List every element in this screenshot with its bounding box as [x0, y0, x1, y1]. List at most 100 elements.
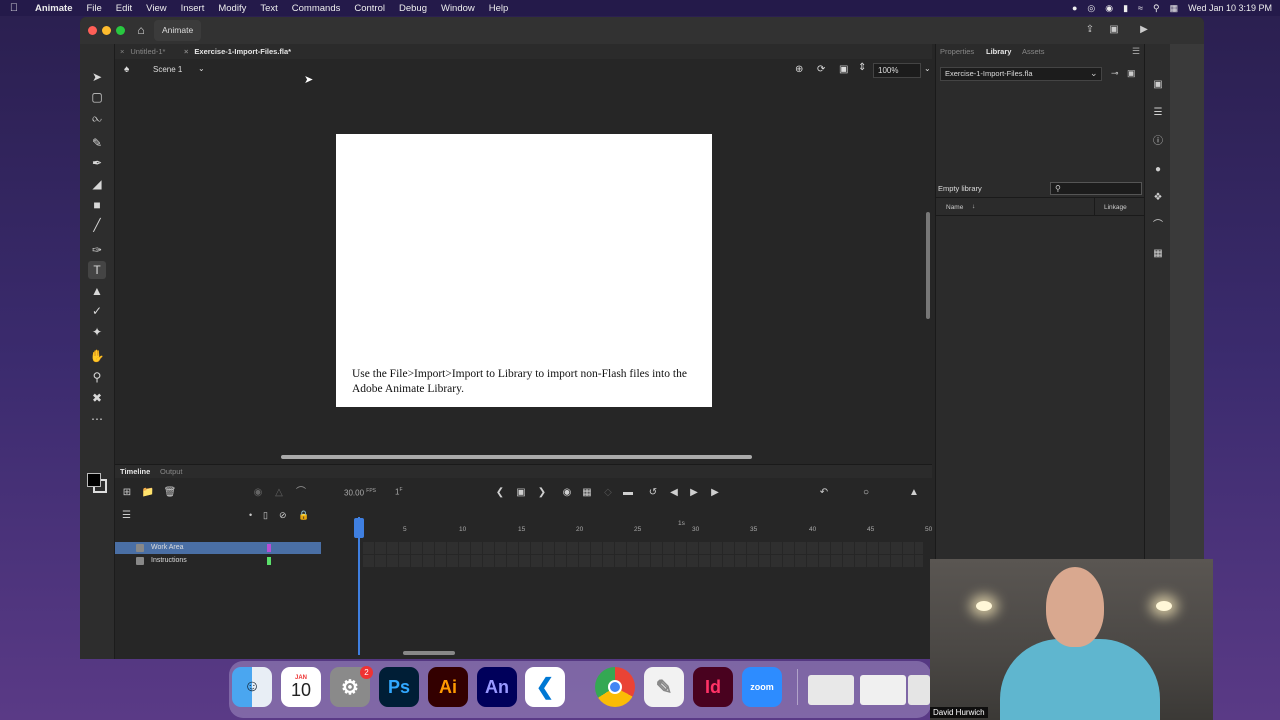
info-panel-icon[interactable]: ⓘ — [1151, 135, 1165, 149]
chevron-down-icon[interactable]: ⌄ — [198, 64, 205, 73]
selection-tool-icon[interactable]: ➤ — [88, 68, 106, 86]
app-menu[interactable]: Animate — [28, 3, 79, 14]
pasteboard[interactable]: Use the File>Import>Import to Library to… — [115, 81, 921, 459]
menu-modify[interactable]: Modify — [211, 3, 253, 14]
menu-insert[interactable]: Insert — [174, 3, 212, 14]
paint-bucket-tool-icon[interactable]: ▲ — [88, 282, 106, 300]
apple-menu-icon[interactable]:  — [0, 2, 28, 14]
outline-icon[interactable]: ▯ — [263, 510, 268, 521]
delete-layer-icon[interactable]: 🗑 — [163, 486, 177, 500]
minimize-window-button[interactable] — [102, 26, 111, 35]
creative-cloud-icon[interactable]: ● — [1072, 3, 1077, 13]
battery-icon[interactable]: ▮ — [1123, 3, 1128, 14]
menu-window[interactable]: Window — [434, 3, 482, 14]
zoom-window-button[interactable] — [116, 26, 125, 35]
library-file-select[interactable]: Exercise-1-Import-Files.fla — [940, 67, 1102, 81]
close-window-button[interactable] — [88, 26, 97, 35]
tab-properties[interactable]: Properties — [940, 44, 974, 59]
stage-instructions-text[interactable]: Use the File>Import>Import to Library to… — [352, 367, 692, 397]
wifi-icon[interactable]: ≈ — [1138, 3, 1143, 13]
doc-tab-untitled[interactable]: × Untitled-1* — [120, 44, 165, 59]
animate-icon[interactable]: An — [477, 667, 517, 707]
zoom-input[interactable]: 100% — [873, 63, 921, 78]
menu-help[interactable]: Help — [482, 3, 516, 14]
line-tool-icon[interactable]: ╱ — [88, 216, 106, 234]
layer-name[interactable]: Work Area — [151, 542, 184, 554]
menu-debug[interactable]: Debug — [392, 3, 434, 14]
tween-icon[interactable]: ▬ — [621, 486, 635, 500]
menu-text[interactable]: Text — [253, 3, 284, 14]
new-folder-icon[interactable]: 📁 — [141, 486, 155, 500]
column-linkage[interactable]: Linkage — [1104, 204, 1127, 211]
visibility-icon[interactable]: ⊘ — [279, 510, 287, 521]
zoom-icon[interactable]: zoom — [742, 667, 782, 707]
minimized-window-thumbnail[interactable] — [808, 675, 854, 705]
zoom-stepper-icon[interactable]: ⇕ — [858, 62, 866, 73]
pin-tool-icon[interactable]: ✦ — [88, 323, 106, 341]
transform-panel-icon[interactable]: ❖ — [1151, 191, 1165, 205]
share-icon[interactable]: ⇪ — [1084, 24, 1096, 36]
frame-row[interactable] — [363, 555, 923, 567]
stage[interactable]: Use the File>Import>Import to Library to… — [336, 134, 712, 407]
properties-panel-icon[interactable]: ▣ — [1151, 78, 1165, 92]
close-tab-icon[interactable]: × — [184, 47, 188, 56]
frame-readout[interactable]: 1F — [395, 487, 403, 497]
new-layer-icon[interactable]: ⊞ — [120, 486, 134, 500]
home-icon[interactable]: ⌂ — [134, 23, 148, 37]
center-stage-icon[interactable]: ⊕ — [795, 64, 803, 75]
record-icon[interactable]: ◉ — [1105, 3, 1113, 14]
illustrator-icon[interactable]: Ai — [428, 667, 468, 707]
stage-horizontal-scrollbar[interactable] — [281, 455, 752, 459]
undo-icon[interactable]: ↶ — [817, 486, 831, 500]
playhead-handle[interactable] — [354, 518, 364, 538]
minimized-window-thumbnail[interactable] — [860, 675, 906, 705]
spotlight-icon[interactable]: ⚲ — [1153, 3, 1160, 14]
minimized-window-thumbnail[interactable] — [908, 675, 930, 705]
tab-assets[interactable]: Assets — [1022, 44, 1045, 59]
brush-tool-icon[interactable]: ✎ — [88, 134, 106, 152]
free-transform-tool-icon[interactable]: ▢ — [88, 88, 106, 106]
components-panel-icon[interactable]: ▦ — [1151, 247, 1165, 261]
clock[interactable]: Wed Jan 10 3:19 PM — [1188, 3, 1272, 13]
zoom-slider-handle[interactable]: ○ — [859, 486, 873, 500]
menu-edit[interactable]: Edit — [109, 3, 139, 14]
frame-row[interactable] — [363, 542, 923, 554]
hand-tool-icon[interactable]: ✋ — [88, 347, 106, 365]
more-tools-icon[interactable]: ⋯ — [88, 410, 106, 428]
layer-row[interactable]: Work Area — [115, 542, 321, 554]
panel-menu-icon[interactable]: ☰ — [1132, 46, 1140, 57]
step-forward-icon[interactable]: ▶ — [708, 486, 722, 500]
edit-multiple-frames-icon[interactable]: ▦ — [580, 486, 594, 500]
app-tab[interactable]: Animate — [154, 20, 202, 41]
doc-tab-exercise[interactable]: × Exercise-1-Import-Files.fla* — [184, 44, 291, 59]
photoshop-icon[interactable]: Ps — [379, 667, 419, 707]
zoom-tool-icon[interactable]: ⚲ — [88, 368, 106, 386]
fill-color-swatch[interactable] — [87, 473, 101, 487]
highlight-icon[interactable]: • — [249, 510, 252, 520]
library-search-input[interactable]: ⚲ — [1050, 182, 1142, 195]
prev-keyframe-icon[interactable]: ❮ — [493, 486, 507, 500]
insert-keyframe-icon[interactable]: ▣ — [514, 486, 528, 500]
pen-tool-icon[interactable]: ✑ — [88, 241, 106, 259]
lasso-tool-icon[interactable]: ⧜ — [88, 109, 106, 127]
tab-library[interactable]: Library — [986, 44, 1011, 59]
fps-readout[interactable]: 30.00 FPS — [344, 488, 376, 498]
rectangle-tool-icon[interactable]: ■ — [88, 196, 106, 214]
layer-row[interactable]: Instructions — [115, 555, 321, 567]
sort-arrow-icon[interactable]: ↓ — [972, 203, 975, 210]
zoom-dropdown-icon[interactable]: ⌄ — [924, 64, 931, 73]
clip-stage-icon[interactable]: ▣ — [839, 64, 848, 75]
menu-file[interactable]: File — [79, 3, 108, 14]
motion-panel-icon[interactable]: ⌒ — [1151, 219, 1165, 233]
parenting-icon[interactable]: △ — [272, 486, 286, 500]
paint-brush-tool-icon[interactable]: ✒ — [88, 154, 106, 172]
eyedropper-tool-icon[interactable]: ✓ — [88, 302, 106, 320]
layer-name[interactable]: Instructions — [151, 555, 187, 567]
next-keyframe-icon[interactable]: ❯ — [535, 486, 549, 500]
indesign-icon[interactable]: Id — [693, 667, 733, 707]
pin-library-icon[interactable]: ⊸ — [1111, 68, 1119, 79]
chevron-down-icon[interactable]: ⌄ — [1090, 68, 1098, 79]
tab-timeline[interactable]: Timeline — [120, 465, 150, 478]
close-tab-icon[interactable]: × — [120, 47, 124, 56]
menu-commands[interactable]: Commands — [285, 3, 348, 14]
